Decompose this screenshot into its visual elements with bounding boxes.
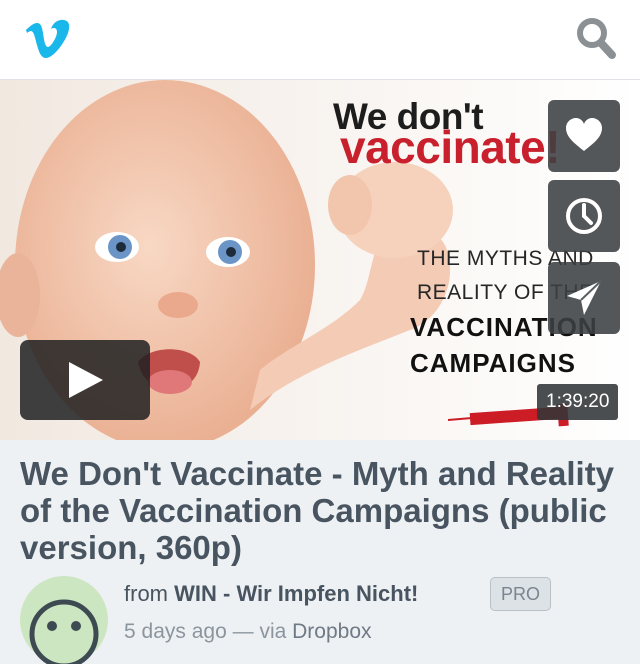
- video-meta: 5 days ago — via Dropbox: [124, 620, 372, 644]
- play-button[interactable]: [20, 340, 150, 420]
- like-button[interactable]: [548, 100, 620, 172]
- video-duration: 1:39:20: [537, 384, 619, 420]
- search-icon[interactable]: [574, 14, 618, 62]
- poster-headline-line2: vaccinate!: [340, 121, 561, 173]
- video-title: We Don't Vaccinate - Myth and Reality of…: [20, 455, 615, 566]
- watch-later-button[interactable]: [548, 180, 620, 252]
- top-bar: [0, 0, 640, 80]
- clock-icon: [566, 198, 602, 234]
- send-icon: [567, 280, 602, 315]
- avatar[interactable]: [20, 576, 108, 664]
- play-icon: [69, 362, 103, 398]
- smiley-face-icon: [29, 599, 99, 664]
- share-button[interactable]: [548, 262, 620, 334]
- vimeo-logo-icon[interactable]: [24, 16, 72, 64]
- poster-title-line2: CAMPAIGNS: [410, 348, 576, 378]
- byline: from WIN - Wir Impfen Nicht!: [124, 581, 418, 607]
- owner-link[interactable]: WIN - Wir Impfen Nicht!: [174, 581, 418, 606]
- video-player[interactable]: We don't vaccinate! THE MYTHS AND REALIT…: [0, 80, 640, 440]
- from-label: from: [124, 581, 168, 606]
- heart-icon: [566, 118, 602, 151]
- pro-badge: PRO: [490, 577, 552, 611]
